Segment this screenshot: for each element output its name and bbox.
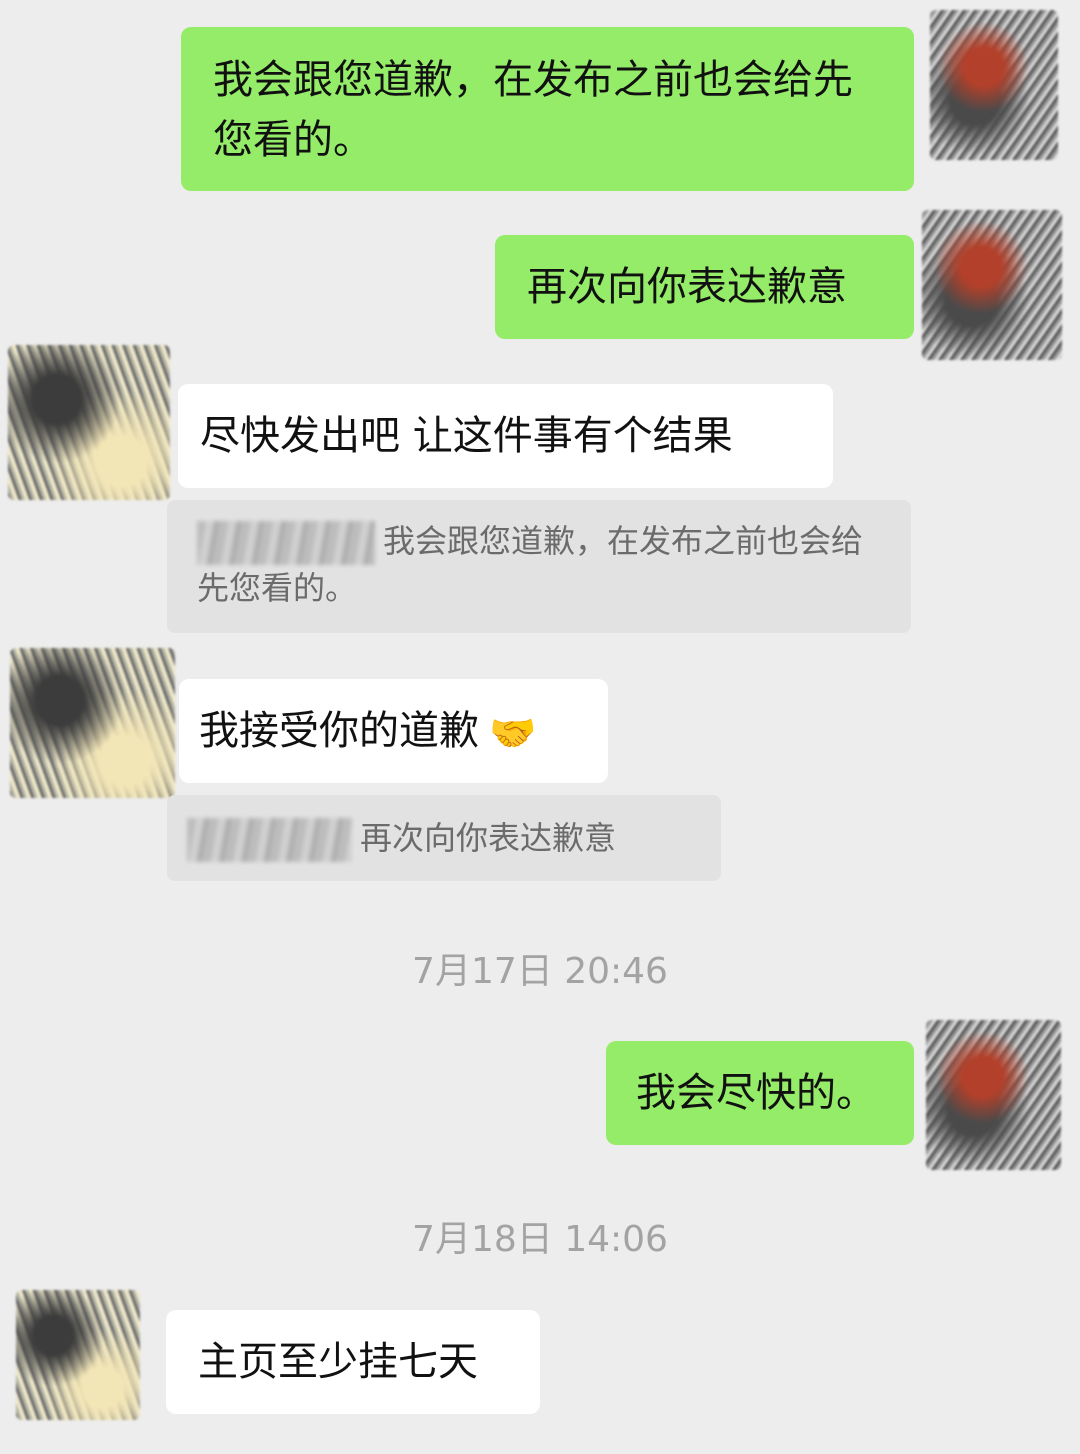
message-bubble-sent[interactable]: 我会尽快的。 bbox=[606, 1041, 914, 1145]
handshake-emoji: 🤝 bbox=[489, 711, 537, 755]
quoted-message[interactable]: 我会跟您道歉，在发布之前也会给先您看的。 bbox=[167, 500, 911, 633]
contact-avatar[interactable] bbox=[16, 1290, 140, 1420]
message-bubble-received[interactable]: 主页至少挂七天 bbox=[166, 1310, 540, 1414]
quoted-sender-name-redacted bbox=[187, 818, 352, 862]
message-text: 我接受你的道歉 bbox=[199, 708, 479, 754]
user-avatar[interactable] bbox=[930, 10, 1058, 160]
message-bubble-received[interactable]: 我接受你的道歉 🤝 bbox=[179, 679, 608, 783]
timestamp: 7月18日 14:06 bbox=[412, 1219, 668, 1260]
quoted-sender-name-redacted bbox=[197, 521, 375, 565]
message-text: 尽快发出吧 让这件事有个结果 bbox=[200, 413, 733, 459]
message-text: 再次向你表达歉意 bbox=[527, 264, 847, 310]
user-avatar[interactable] bbox=[922, 210, 1062, 360]
timestamp: 7月17日 20:46 bbox=[412, 951, 668, 992]
message-text: 我会跟您道歉，在发布之前也会给先您看的。 bbox=[213, 57, 853, 163]
user-avatar[interactable] bbox=[926, 1020, 1061, 1170]
message-text: 我会尽快的。 bbox=[636, 1070, 876, 1116]
message-text: 主页至少挂七天 bbox=[198, 1339, 478, 1385]
quoted-text: 再次向你表达歉意 bbox=[360, 819, 617, 857]
message-bubble-sent[interactable]: 再次向你表达歉意 bbox=[495, 235, 914, 339]
contact-avatar[interactable] bbox=[8, 345, 170, 500]
message-bubble-received[interactable]: 尽快发出吧 让这件事有个结果 bbox=[178, 384, 833, 488]
quoted-message[interactable]: 再次向你表达歉意 bbox=[167, 795, 721, 881]
contact-avatar[interactable] bbox=[10, 648, 175, 798]
message-bubble-sent[interactable]: 我会跟您道歉，在发布之前也会给先您看的。 bbox=[181, 27, 914, 191]
